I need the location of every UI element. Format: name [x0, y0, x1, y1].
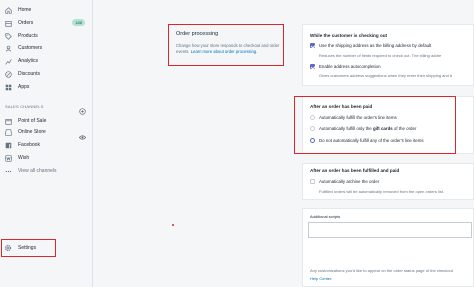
auto-archive-help: Fulfilled orders will be automatically r…	[319, 189, 444, 194]
facebook-icon	[5, 142, 12, 149]
sidebar-item-products[interactable]: Products	[0, 30, 93, 42]
checkbox-checked[interactable]	[310, 43, 315, 48]
radio-button[interactable]	[310, 115, 315, 120]
sidebar-item-view-all-channels[interactable]: View all channels	[0, 165, 93, 177]
sidebar-item-home[interactable]: Home	[0, 4, 93, 16]
discount-icon	[5, 70, 12, 78]
radio-label: Automatically fulfill the order's line i…	[319, 115, 397, 120]
checkbox-label: Enable address autocompletion	[319, 64, 381, 69]
sidebar-item-discounts[interactable]: Discounts	[0, 68, 93, 80]
orders-count-badge: 188	[72, 19, 85, 26]
gear-icon	[4, 244, 12, 252]
customers-icon	[5, 45, 12, 52]
sidebar-item-label: Home	[18, 7, 32, 13]
additional-scripts-textarea[interactable]	[308, 222, 472, 238]
auto-fulfill-all-radio[interactable]: Automatically fulfill the order's line i…	[310, 115, 397, 120]
sidebar-item-label: Orders	[18, 20, 34, 26]
eye-icon[interactable]	[78, 128, 87, 140]
sidebar-item-customers[interactable]: Customers	[0, 42, 93, 54]
sidebar-item-label: Products	[18, 33, 38, 39]
order-processing-title: Order processing	[176, 31, 219, 37]
radio-label: Automatically fulfill only the gift card…	[319, 126, 416, 131]
sidebar-item-label: Analytics	[18, 58, 39, 64]
sidebar-item-label: Facebook	[18, 142, 40, 148]
radio-button-selected[interactable]	[310, 138, 315, 143]
pos-icon	[5, 118, 12, 125]
radio-label-part: Automatically fulfill only the	[319, 126, 373, 131]
red-dot-mark	[172, 224, 174, 226]
sidebar-item-orders[interactable]: Orders 188	[0, 17, 93, 29]
sidebar-item-facebook[interactable]: Facebook	[0, 139, 93, 151]
help-center-link[interactable]: Help Center.	[310, 276, 332, 281]
orders-icon	[5, 20, 12, 27]
radio-label: Do not automatically fulfill any of the …	[319, 138, 424, 143]
sidebar-item-label: Settings	[18, 245, 37, 251]
sidebar-item-settings[interactable]: Settings	[1, 243, 54, 253]
checkbox-unchecked[interactable]	[310, 179, 315, 184]
radio-label-part: of the order	[392, 126, 417, 131]
checkout-card-title: While the customer is checking out	[310, 33, 388, 38]
apps-icon	[5, 84, 12, 91]
sidebar-item-label: Online Store	[18, 129, 46, 135]
sidebar-item-analytics[interactable]: Analytics	[0, 55, 93, 67]
checkbox-checked[interactable]	[310, 64, 315, 69]
address-autocomplete-help: Gives customers address suggestions when…	[319, 73, 453, 78]
auto-fulfill-gift-cards-radio[interactable]: Automatically fulfill only the gift card…	[310, 126, 416, 131]
after-fulfilled-title: After an order has been fulfilled and pa…	[310, 168, 400, 173]
sidebar-item-label: View all channels	[18, 168, 57, 174]
shipping-as-billing-help: Reduces the number of fields required to…	[319, 53, 442, 58]
auto-archive-checkbox[interactable]: Automatically archive the order	[310, 179, 379, 184]
additional-scripts-label: Additional scripts	[310, 214, 341, 219]
sidebar-item-label: Customers	[18, 45, 43, 51]
additional-scripts-help: Any customizations you'd like to appear …	[310, 268, 453, 273]
store-icon	[5, 128, 12, 136]
analytics-icon	[5, 58, 12, 65]
learn-more-link[interactable]: Learn more about order processing.	[191, 49, 258, 54]
tag-icon	[5, 32, 12, 40]
radio-button[interactable]	[310, 126, 315, 131]
sidebar: Home Orders 188 Products Customers Analy…	[0, 0, 93, 287]
sidebar-item-label: Point of Sale	[18, 118, 47, 124]
do-not-auto-fulfill-radio[interactable]: Do not automatically fulfill any of the …	[310, 138, 424, 143]
sidebar-item-wish[interactable]: Wish	[0, 152, 93, 164]
sidebar-item-label: Apps	[18, 84, 30, 90]
checkbox-label: Use the shipping address as the billing …	[319, 43, 432, 48]
sidebar-item-apps[interactable]: Apps	[0, 81, 93, 93]
sidebar-item-label: Wish	[18, 155, 30, 161]
sales-channels-heading: SALES CHANNELS	[5, 104, 44, 109]
checkbox-label: Automatically archive the order	[319, 179, 380, 184]
shipping-as-billing-checkbox[interactable]: Use the shipping address as the billing …	[310, 43, 431, 48]
radio-label-bold: gift cards	[372, 126, 393, 131]
address-autocomplete-checkbox[interactable]: Enable address autocompletion	[310, 64, 381, 69]
home-icon	[5, 6, 12, 14]
sidebar-item-label: Discounts	[18, 71, 40, 77]
more-icon	[5, 168, 12, 175]
wish-icon	[5, 154, 12, 162]
order-processing-description: Change how your store responds to checko…	[176, 43, 282, 55]
add-channel-icon[interactable]	[79, 102, 86, 115]
after-paid-title: After an order has been paid	[310, 104, 373, 109]
